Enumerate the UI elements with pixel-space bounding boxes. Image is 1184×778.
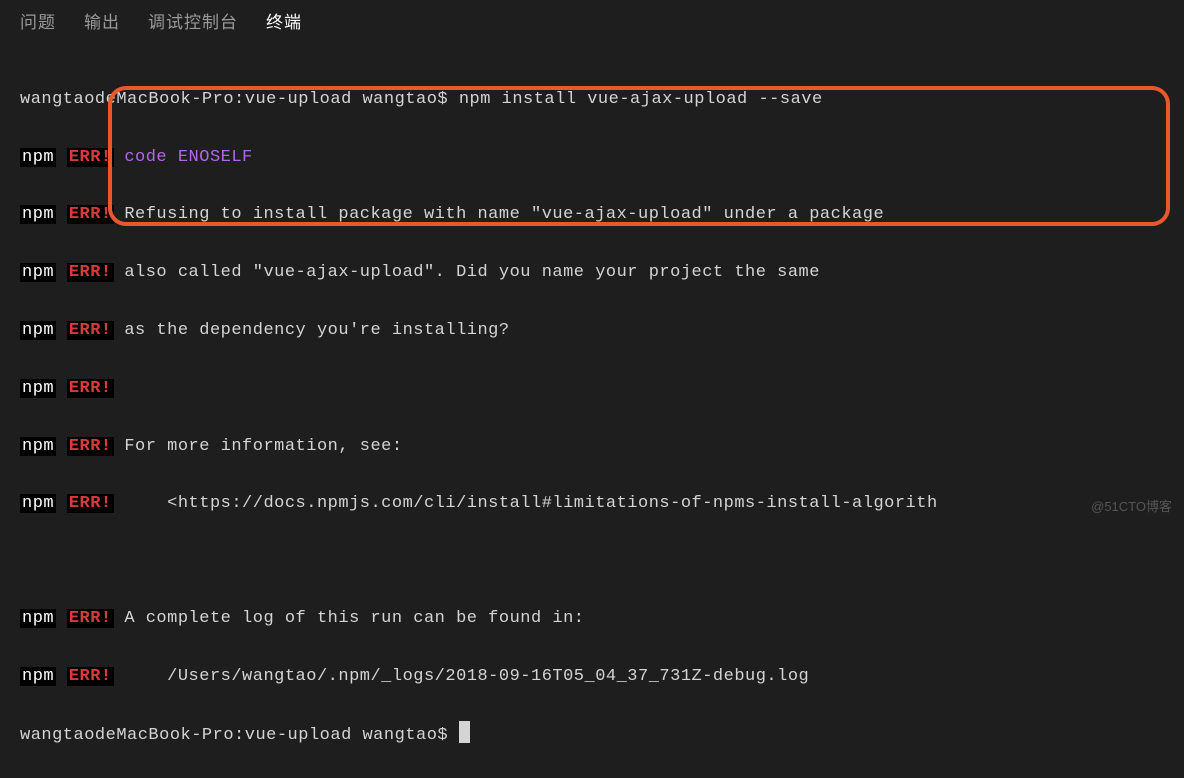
prompt-separator: :	[234, 90, 245, 109]
terminal-line: npm ERR! <https://docs.npmjs.com/cli/ins…	[20, 490, 1164, 519]
terminal-command: npm install vue-ajax-upload --save	[459, 90, 823, 109]
watermark: @51CTO博客	[1091, 496, 1172, 515]
npm-label: npm	[20, 437, 56, 456]
err-message: Refusing to install package with name "v…	[124, 205, 884, 224]
prompt-user: wangtao	[362, 90, 437, 109]
tab-output[interactable]: 输出	[84, 8, 120, 33]
err-label: ERR!	[67, 667, 114, 686]
npm-label: npm	[20, 263, 56, 282]
err-message: <https://docs.npmjs.com/cli/install#limi…	[124, 494, 937, 513]
err-label: ERR!	[67, 148, 114, 167]
err-code-key: code	[124, 148, 167, 167]
err-message: A complete log of this run can be found …	[124, 609, 584, 628]
terminal-cursor	[459, 721, 470, 743]
npm-label: npm	[20, 667, 56, 686]
err-message: also called "vue-ajax-upload". Did you n…	[124, 263, 820, 282]
terminal-line: npm ERR! code ENOSELF	[20, 144, 1164, 173]
tab-debug-console[interactable]: 调试控制台	[148, 8, 238, 33]
npm-label: npm	[20, 205, 56, 224]
terminal-output[interactable]: wangtaodeMacBook-Pro:vue-upload wangtao$…	[0, 43, 1184, 778]
err-label: ERR!	[67, 379, 114, 398]
terminal-line: wangtaodeMacBook-Pro:vue-upload wangtao$…	[20, 86, 1164, 115]
prompt-user: wangtao	[362, 726, 437, 745]
npm-label: npm	[20, 379, 56, 398]
err-label: ERR!	[67, 321, 114, 340]
prompt-host: wangtaodeMacBook-Pro	[20, 726, 234, 745]
prompt-path: vue-upload	[245, 726, 352, 745]
err-message: For more information, see:	[124, 437, 402, 456]
terminal-line: npm ERR! For more information, see:	[20, 433, 1164, 462]
err-label: ERR!	[67, 263, 114, 282]
err-label: ERR!	[67, 494, 114, 513]
npm-label: npm	[20, 321, 56, 340]
err-message: /Users/wangtao/.npm/_logs/2018-09-16T05_…	[124, 667, 809, 686]
terminal-line: npm ERR! as the dependency you're instal…	[20, 317, 1164, 346]
prompt-separator: :	[234, 726, 245, 745]
npm-label: npm	[20, 609, 56, 628]
npm-label: npm	[20, 494, 56, 513]
terminal-line: npm ERR! Refusing to install package wit…	[20, 201, 1164, 230]
terminal-line: npm ERR! /Users/wangtao/.npm/_logs/2018-…	[20, 663, 1164, 692]
blank-line	[20, 548, 1164, 576]
tab-terminal[interactable]: 终端	[266, 8, 302, 33]
terminal-line: npm ERR!	[20, 375, 1164, 404]
terminal-line: npm ERR! also called "vue-ajax-upload". …	[20, 259, 1164, 288]
tab-problems[interactable]: 问题	[20, 8, 56, 33]
panel-tabs: 问题 输出 调试控制台 终端	[0, 0, 1184, 43]
err-label: ERR!	[67, 609, 114, 628]
prompt-path: vue-upload	[245, 90, 352, 109]
prompt-dollar: $	[437, 726, 458, 745]
err-label: ERR!	[67, 437, 114, 456]
err-message: as the dependency you're installing?	[124, 321, 509, 340]
err-code-value: ENOSELF	[178, 148, 253, 167]
prompt-dollar: $	[437, 90, 458, 109]
npm-label: npm	[20, 148, 56, 167]
terminal-line: wangtaodeMacBook-Pro:vue-upload wangtao$	[20, 721, 1164, 751]
err-label: ERR!	[67, 205, 114, 224]
prompt-host: wangtaodeMacBook-Pro	[20, 90, 234, 109]
terminal-line: npm ERR! A complete log of this run can …	[20, 605, 1164, 634]
